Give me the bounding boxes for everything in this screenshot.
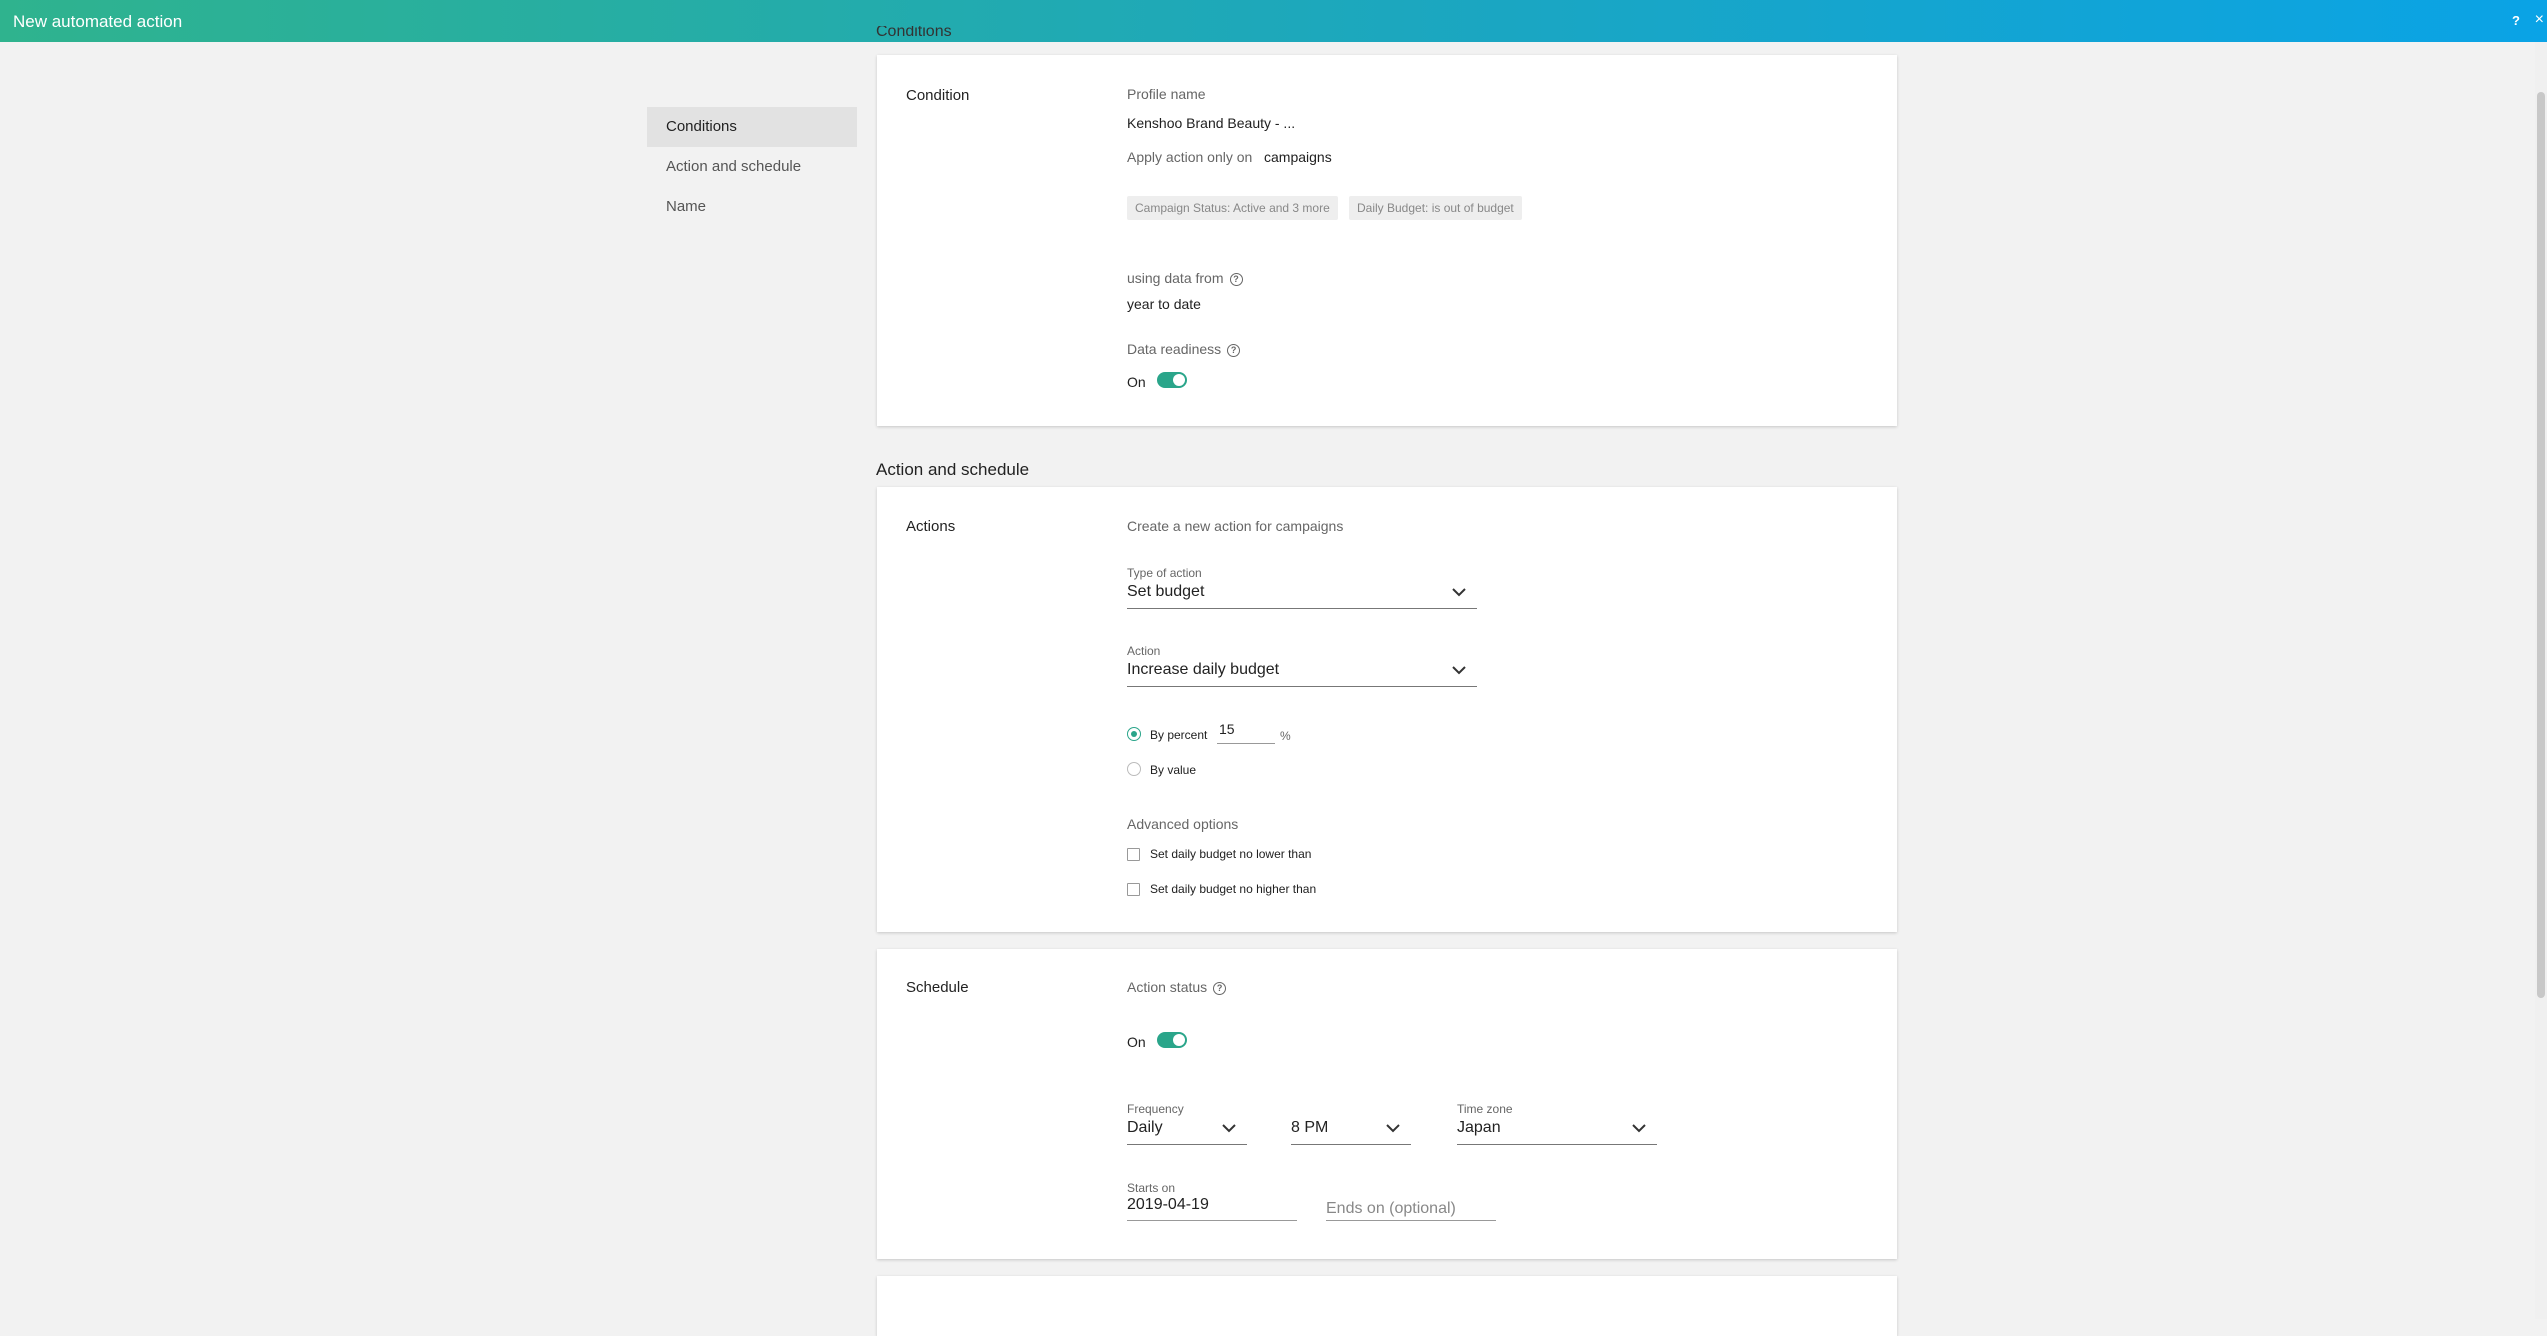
nav-item-name[interactable]: Name — [647, 187, 857, 227]
data-from-label: using data from — [1127, 270, 1224, 286]
frequency-label: Frequency — [1127, 1102, 1184, 1116]
apply-action-value: campaigns — [1264, 149, 1332, 165]
profile-name-value: Kenshoo Brand Beauty - ... — [1127, 115, 1296, 131]
data-from-value[interactable]: year to date — [1127, 296, 1201, 312]
data-readiness-state: On — [1127, 374, 1146, 390]
by-percent-label: By percent — [1150, 728, 1208, 742]
chevron-down-icon — [1632, 1124, 1646, 1133]
advanced-options-label: Advanced options — [1127, 816, 1239, 832]
actions-intro: Create a new action for campaigns — [1127, 518, 1344, 534]
ends-on-placeholder: Ends on (optional) — [1326, 1200, 1456, 1217]
help-icon[interactable]: ? — [1213, 981, 1227, 995]
action-status-row: Action status? — [1127, 979, 1227, 995]
action-value: Increase daily budget — [1127, 661, 1280, 678]
action-status-label: Action status — [1127, 979, 1208, 995]
timezone-label: Time zone — [1457, 1102, 1513, 1116]
data-readiness-label: Data readiness — [1127, 341, 1222, 357]
condition-card: Condition Profile name Kenshoo Brand Bea… — [877, 55, 1897, 426]
page-scrollbar[interactable] — [2535, 42, 2547, 1319]
starts-on-input[interactable]: 2019-04-19 — [1127, 1194, 1297, 1221]
no-higher-label: Set daily budget no higher than — [1150, 882, 1317, 896]
actions-card: Actions Create a new action for campaign… — [877, 487, 1897, 932]
action-status-state: On — [1127, 1034, 1146, 1050]
type-of-action-label: Type of action — [1127, 566, 1202, 580]
frequency-value: Daily — [1127, 1119, 1163, 1136]
by-percent-radio[interactable] — [1127, 727, 1141, 741]
type-of-action-select[interactable]: Set budget — [1127, 580, 1477, 609]
percent-value: 15 — [1219, 721, 1235, 737]
data-readiness-row: Data readiness? — [1127, 341, 1241, 357]
type-of-action-value: Set budget — [1127, 583, 1205, 600]
time-select[interactable]: 8 PM — [1291, 1116, 1411, 1145]
close-icon[interactable]: × — [2535, 11, 2544, 29]
nav-item-action-and-schedule[interactable]: Action and schedule — [647, 147, 857, 187]
ends-on-input[interactable]: Ends on (optional) — [1326, 1194, 1496, 1221]
name-card — [877, 1276, 1897, 1336]
toggle-knob — [1173, 374, 1185, 386]
help-icon[interactable]: ? — [1227, 343, 1241, 357]
chevron-down-icon — [1386, 1124, 1400, 1133]
by-value-label: By value — [1150, 763, 1197, 777]
section-nav: Conditions Action and schedule Name — [647, 107, 857, 227]
starts-on-value: 2019-04-19 — [1127, 1196, 1209, 1213]
time-value: 8 PM — [1291, 1119, 1329, 1136]
data-from-row: using data from? — [1127, 270, 1243, 286]
percent-unit: % — [1280, 729, 1291, 743]
action-select[interactable]: Increase daily budget — [1127, 658, 1477, 687]
dialog-header: New automated action ? × — [0, 0, 2547, 42]
nav-item-conditions[interactable]: Conditions — [647, 107, 857, 147]
dialog-title: New automated action — [13, 12, 183, 31]
no-lower-label: Set daily budget no lower than — [1150, 847, 1312, 861]
chevron-down-icon — [1222, 1124, 1236, 1133]
action-status-toggle[interactable] — [1157, 1032, 1187, 1048]
schedule-card: Schedule Action status? On Frequency Dai… — [877, 949, 1897, 1259]
timezone-value: Japan — [1457, 1119, 1501, 1136]
scrollbar-thumb[interactable] — [2537, 92, 2545, 998]
action-schedule-heading: Action and schedule — [876, 460, 1030, 479]
conditions-heading: Conditions — [876, 26, 952, 40]
toggle-knob — [1173, 1034, 1185, 1046]
action-label: Action — [1127, 644, 1161, 658]
percent-input[interactable]: 15 — [1217, 719, 1275, 744]
timezone-select[interactable]: Japan — [1457, 1116, 1657, 1145]
profile-name-label: Profile name — [1127, 86, 1206, 102]
help-icon[interactable]: ? — [1229, 272, 1243, 286]
chevron-down-icon — [1452, 666, 1466, 675]
card-label-actions: Actions — [906, 518, 956, 535]
chevron-down-icon — [1452, 588, 1466, 597]
no-higher-checkbox[interactable] — [1127, 883, 1140, 896]
help-icon[interactable]: ? — [2512, 13, 2520, 28]
card-label-condition: Condition — [906, 87, 970, 104]
frequency-select[interactable]: Daily — [1127, 1116, 1247, 1145]
data-readiness-toggle[interactable] — [1157, 372, 1187, 388]
apply-action-label: Apply action only on — [1127, 149, 1253, 165]
no-lower-checkbox[interactable] — [1127, 848, 1140, 861]
filter-chip-daily-budget[interactable]: Daily Budget: is out of budget — [1349, 196, 1522, 220]
filter-chip-campaign-status[interactable]: Campaign Status: Active and 3 more — [1127, 196, 1338, 220]
card-label-schedule: Schedule — [906, 979, 969, 996]
by-value-radio[interactable] — [1127, 762, 1141, 776]
starts-on-label: Starts on — [1127, 1181, 1176, 1195]
